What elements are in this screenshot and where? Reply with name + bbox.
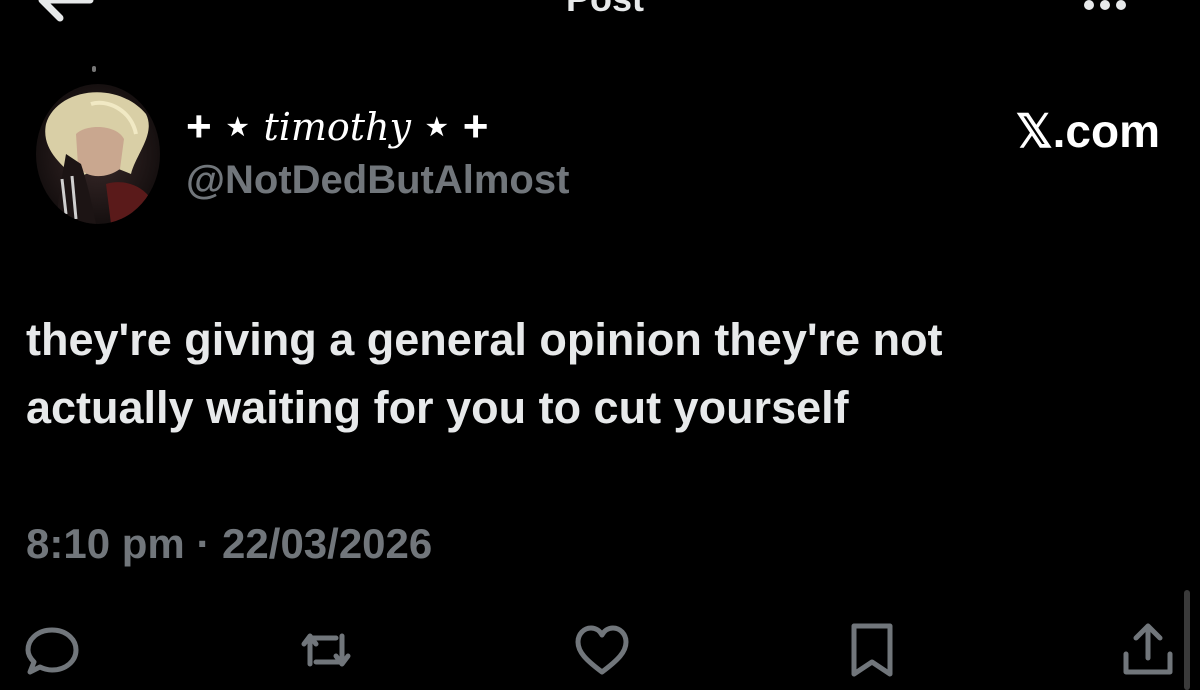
scrollbar[interactable] bbox=[1184, 590, 1190, 690]
author-handle[interactable]: @NotDedButAlmost bbox=[186, 158, 569, 203]
page-title: Post bbox=[540, 0, 670, 20]
like-icon[interactable] bbox=[572, 620, 632, 680]
post-text: they're giving a general opinion they're… bbox=[26, 306, 1176, 442]
share-icon[interactable] bbox=[1118, 620, 1178, 680]
reply-icon[interactable] bbox=[22, 620, 82, 680]
author-display-name[interactable]: + ⋆ timothy ⋆ + bbox=[186, 102, 488, 152]
name-suffix: ⋆ + bbox=[423, 102, 489, 151]
post-text-line: they're giving a general opinion they're… bbox=[26, 314, 943, 365]
top-bar: Post bbox=[0, 0, 1200, 40]
arrow-left-icon[interactable] bbox=[30, 0, 100, 26]
repost-icon[interactable] bbox=[296, 620, 356, 680]
avatar[interactable] bbox=[36, 84, 160, 224]
more-horizontal-icon[interactable] bbox=[1080, 0, 1130, 14]
scroll-indicator bbox=[92, 66, 96, 72]
action-bar bbox=[0, 610, 1200, 690]
bookmark-icon[interactable] bbox=[842, 620, 902, 680]
name-prefix: + ⋆ bbox=[186, 102, 252, 151]
brand-label: 𝕏.com bbox=[1015, 105, 1160, 157]
author-name: timothy bbox=[263, 105, 412, 149]
post-text-line: actually waiting for you to cut yourself bbox=[26, 382, 849, 433]
post-timestamp[interactable]: 8:10 pm · 22/03/2026 bbox=[26, 520, 432, 568]
